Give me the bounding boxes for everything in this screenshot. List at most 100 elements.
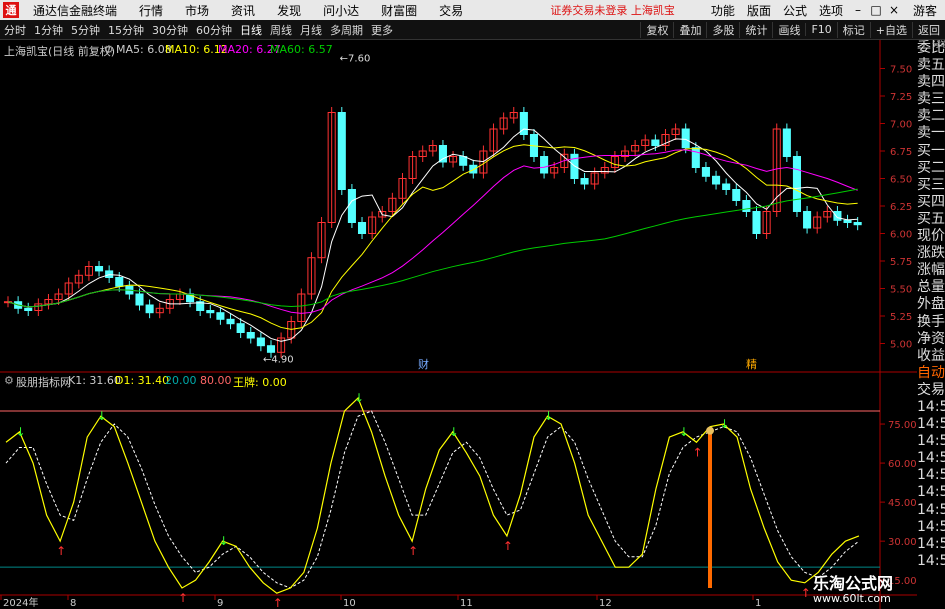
menu-xuanxiang[interactable]: 选项 [813, 2, 849, 19]
candle-body [469, 164, 478, 174]
side-mai3: 卖三 [917, 91, 945, 108]
xaxis-label: 9 [217, 598, 223, 609]
k1-label: K1: 31.60 [68, 374, 121, 387]
tool-zixuan[interactable]: +自选 [869, 21, 912, 38]
ma20-line [7, 149, 858, 314]
sub-settings-icon[interactable]: ⚙ [4, 374, 14, 387]
menu-item-hangqing[interactable]: 行情 [128, 2, 174, 19]
side-buy1: 买一 [917, 142, 945, 159]
candle-body [347, 189, 356, 223]
menu-item-wenxiaoda[interactable]: 问小达 [312, 2, 370, 19]
ma60-line [7, 188, 858, 308]
menu-item-jiaoyi[interactable]: 交易 [428, 2, 474, 19]
period-1min[interactable]: 1分钟 [30, 22, 67, 38]
candle-body [722, 183, 731, 190]
candle-body [651, 139, 660, 146]
buy-arrow-icon: ↑ [503, 539, 513, 553]
sell-arrow-icon: ↓ [544, 409, 554, 423]
period-15min[interactable]: 15分钟 [104, 22, 148, 38]
watermark-url: www.60lt.com [813, 592, 891, 605]
high-price-label: ←7.60 [340, 54, 371, 65]
tool-diejia[interactable]: 叠加 [673, 21, 706, 38]
side-time-1: 14:56 [917, 398, 945, 415]
period-60min[interactable]: 60分钟 [192, 22, 236, 38]
menu-gongshi[interactable]: 公式 [777, 2, 813, 19]
side-auto[interactable]: 自动 [917, 365, 945, 382]
period-5min[interactable]: 5分钟 [67, 22, 104, 38]
side-mai1: 卖一 [917, 125, 945, 142]
side-trade[interactable]: 交易 [917, 382, 945, 399]
price-tick-label: 5.75 [890, 257, 912, 268]
sell-arrow-icon: ↓ [16, 425, 26, 439]
close-icon[interactable]: × [885, 3, 903, 17]
period-multi[interactable]: 多周期 [326, 22, 367, 38]
candle-body [803, 211, 812, 229]
period-fenshi[interactable]: 分时 [0, 22, 30, 38]
low-price-label: ←4.90 [263, 355, 294, 366]
menu-item-shichang[interactable]: 市场 [174, 2, 220, 19]
buy-arrow-icon: ↑ [801, 586, 811, 600]
candle-body [712, 175, 721, 185]
side-mai4: 卖四 [917, 74, 945, 91]
side-time-4: 14:56 [917, 450, 945, 467]
tool-fuquan[interactable]: 复权 [640, 21, 673, 38]
ma5-line [7, 128, 858, 342]
side-time-10: 14:56 [917, 552, 945, 569]
side-earnings: 收益 [917, 347, 945, 364]
settings-icon[interactable]: ⚙ [104, 43, 114, 56]
candle-body [438, 145, 447, 163]
xaxis-label: 12 [599, 598, 612, 609]
menu-gongneng[interactable]: 功能 [705, 2, 741, 19]
chart-area[interactable]: 7.50 7.25 7.00 6.75 6.50 6.25 6.00 5.75 5.50 5.25… [0, 40, 917, 609]
candle-body [843, 219, 852, 224]
menu-item-caifuquan[interactable]: 财富圈 [370, 2, 428, 19]
period-monthly[interactable]: 月线 [296, 22, 326, 38]
price-tick-label: 6.75 [890, 147, 912, 158]
osc-d-line [5, 410, 860, 589]
side-outer: 外盘 [917, 296, 945, 313]
menu-banmian[interactable]: 版面 [741, 2, 777, 19]
candle-body [94, 266, 104, 272]
side-vertical-label[interactable]: 分笔 [932, 40, 945, 49]
osc-k-line [5, 396, 860, 594]
period-more[interactable]: 更多 [367, 22, 397, 38]
tool-duogu[interactable]: 多股 [706, 21, 739, 38]
sell-arrow-icon: ↓ [679, 425, 689, 439]
candle-body [266, 345, 276, 353]
buy-arrow-icon: ↑ [692, 445, 702, 459]
wangpai-label: 王牌: 0.00 [233, 376, 287, 389]
minimize-icon[interactable]: – [849, 3, 867, 17]
side-time-5: 14:56 [917, 467, 945, 484]
price-tick-label: 7.00 [890, 120, 912, 131]
sell-arrow-icon: ↓ [449, 425, 459, 439]
xaxis-label: 8 [70, 598, 76, 609]
line20-label: 20.00 [165, 374, 197, 387]
period-weekly[interactable]: 周线 [266, 22, 296, 38]
side-buy3: 买三 [917, 176, 945, 193]
xaxis-label: 11 [460, 598, 473, 609]
menu-item-faxian[interactable]: 发现 [266, 2, 312, 19]
wangpai-coin-icon [706, 426, 714, 435]
candle-body [337, 112, 346, 190]
tool-biaoji[interactable]: 标记 [836, 21, 870, 38]
tool-huaxian[interactable]: 画线 [772, 21, 805, 38]
menu-item-zixun[interactable]: 资讯 [220, 2, 266, 19]
tool-tongji[interactable]: 统计 [739, 21, 772, 38]
period-30min[interactable]: 30分钟 [148, 22, 192, 38]
price-tick-label: 5.00 [890, 340, 912, 351]
candle-body [459, 156, 468, 166]
tool-f10[interactable]: F10 [805, 23, 836, 36]
sell-arrow-icon: ↓ [219, 534, 229, 548]
side-change-pct: 涨幅 [917, 262, 945, 279]
side-time-7: 14:56 [917, 501, 945, 518]
guest-label[interactable]: 游客 [903, 2, 945, 19]
candle-body [206, 310, 215, 314]
price-tick-label: 7.25 [890, 92, 912, 103]
candle-body [24, 307, 33, 311]
period-daily[interactable]: 日线 [236, 22, 266, 38]
candle-body [226, 318, 235, 325]
toolbar: 分时 1分钟 5分钟 15分钟 30分钟 60分钟 日线 周线 月线 多周期 更… [0, 20, 945, 40]
sell-arrow-icon: ↓ [720, 417, 730, 431]
tool-fanhui[interactable]: 返回 [912, 21, 945, 38]
maximize-icon[interactable]: □ [867, 3, 885, 17]
